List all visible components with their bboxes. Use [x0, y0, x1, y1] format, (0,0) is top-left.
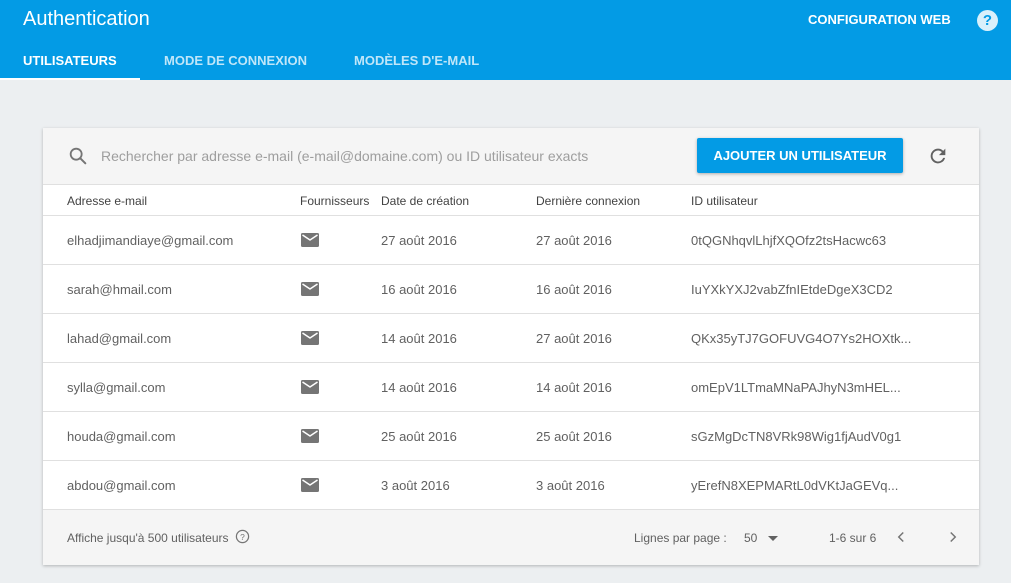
table-row[interactable]: lahad@gmail.com 14 août 2016 27 août 201…: [43, 314, 979, 363]
table-header: Adresse e-mail Fournisseurs Date de créa…: [43, 185, 979, 216]
user-id: QKx35yTJ7GOFUVG4O7Ys2HOXtk...: [691, 331, 912, 346]
help-icon[interactable]: ?: [977, 10, 998, 31]
last-login-date: 16 août 2016: [536, 282, 612, 297]
user-email: sarah@hmail.com: [67, 282, 172, 297]
created-date: 14 août 2016: [381, 331, 457, 346]
add-user-button[interactable]: AJOUTER UN UTILISATEUR: [697, 138, 903, 173]
dropdown-caret-icon: [768, 536, 778, 541]
user-id: IuYXkYXJ2vabZfnIEtdeDgeX3CD2: [691, 282, 893, 297]
email-icon: [301, 282, 319, 296]
user-id: 0tQGNhqvlLhjfXQOfz2tsHacwc63: [691, 233, 887, 248]
chevron-left-icon[interactable]: [892, 528, 910, 546]
email-icon: [301, 331, 319, 345]
last-login-date: 27 août 2016: [536, 331, 612, 346]
created-date: 16 août 2016: [381, 282, 457, 297]
created-date: 3 août 2016: [381, 478, 450, 493]
table-row[interactable]: elhadjimandiaye@gmail.com 27 août 2016 2…: [43, 216, 979, 265]
table-row[interactable]: houda@gmail.com 25 août 2016 25 août 201…: [43, 412, 979, 461]
search-icon: [69, 147, 87, 165]
user-email: lahad@gmail.com: [67, 331, 172, 346]
rows-per-page-label: Lignes par page :: [634, 531, 727, 545]
last-login-date: 14 août 2016: [536, 380, 612, 395]
table-footer: Affiche jusqu'à 500 utilisateurs ? Ligne…: [43, 510, 979, 565]
email-icon: [301, 429, 319, 443]
user-email: elhadjimandiaye@gmail.com: [67, 233, 234, 248]
tab-email-templates[interactable]: MODÈLES D'E-MAIL: [354, 45, 479, 80]
user-email: houda@gmail.com: [67, 429, 176, 444]
tab-sign-in-method[interactable]: MODE DE CONNEXION: [164, 45, 307, 80]
column-header-email[interactable]: Adresse e-mail: [67, 194, 147, 208]
email-icon: [301, 380, 319, 394]
last-login-date: 27 août 2016: [536, 233, 612, 248]
help-outline-icon[interactable]: ?: [235, 529, 250, 544]
created-date: 27 août 2016: [381, 233, 457, 248]
created-date: 14 août 2016: [381, 380, 457, 395]
table-row[interactable]: sarah@hmail.com 16 août 2016 16 août 201…: [43, 265, 979, 314]
app-header: Authentication CONFIGURATION WEB ? UTILI…: [0, 0, 1011, 80]
tab-users[interactable]: UTILISATEURS: [0, 45, 140, 80]
last-login-date: 25 août 2016: [536, 429, 612, 444]
users-toolbar: AJOUTER UN UTILISATEUR: [43, 128, 979, 185]
column-header-last-login[interactable]: Dernière connexion: [536, 194, 640, 208]
user-id: yErefN8XEPMARtL0dVKtJaGEVq...: [691, 478, 899, 493]
user-email: sylla@gmail.com: [67, 380, 166, 395]
search-input[interactable]: [101, 144, 661, 168]
users-card: AJOUTER UN UTILISATEUR Adresse e-mail Fo…: [43, 128, 979, 565]
user-email: abdou@gmail.com: [67, 478, 176, 493]
rows-per-page-select[interactable]: 50: [743, 526, 783, 548]
refresh-icon[interactable]: [927, 145, 949, 167]
column-header-created[interactable]: Date de création: [381, 194, 469, 208]
svg-text:?: ?: [240, 532, 245, 542]
user-id: omEpV1LTmaMNaPAJhyN3mHEL...: [691, 380, 901, 395]
table-row[interactable]: sylla@gmail.com 14 août 2016 14 août 201…: [43, 363, 979, 412]
page-title: Authentication: [23, 8, 150, 30]
last-login-date: 3 août 2016: [536, 478, 605, 493]
web-config-link[interactable]: CONFIGURATION WEB: [808, 12, 951, 27]
email-icon: [301, 233, 319, 247]
user-id: sGzMgDcTN8VRk98Wig1fjAudV0g1: [691, 429, 902, 444]
rows-per-page-value: 50: [744, 531, 758, 545]
email-icon: [301, 478, 319, 492]
column-header-providers[interactable]: Fournisseurs: [300, 194, 369, 208]
column-header-user-id[interactable]: ID utilisateur: [691, 194, 758, 208]
table-row[interactable]: abdou@gmail.com 3 août 2016 3 août 2016 …: [43, 461, 979, 510]
user-limit-text: Affiche jusqu'à 500 utilisateurs: [67, 531, 229, 545]
chevron-right-icon[interactable]: [944, 528, 962, 546]
pagination-range: 1-6 sur 6: [829, 531, 877, 545]
created-date: 25 août 2016: [381, 429, 457, 444]
